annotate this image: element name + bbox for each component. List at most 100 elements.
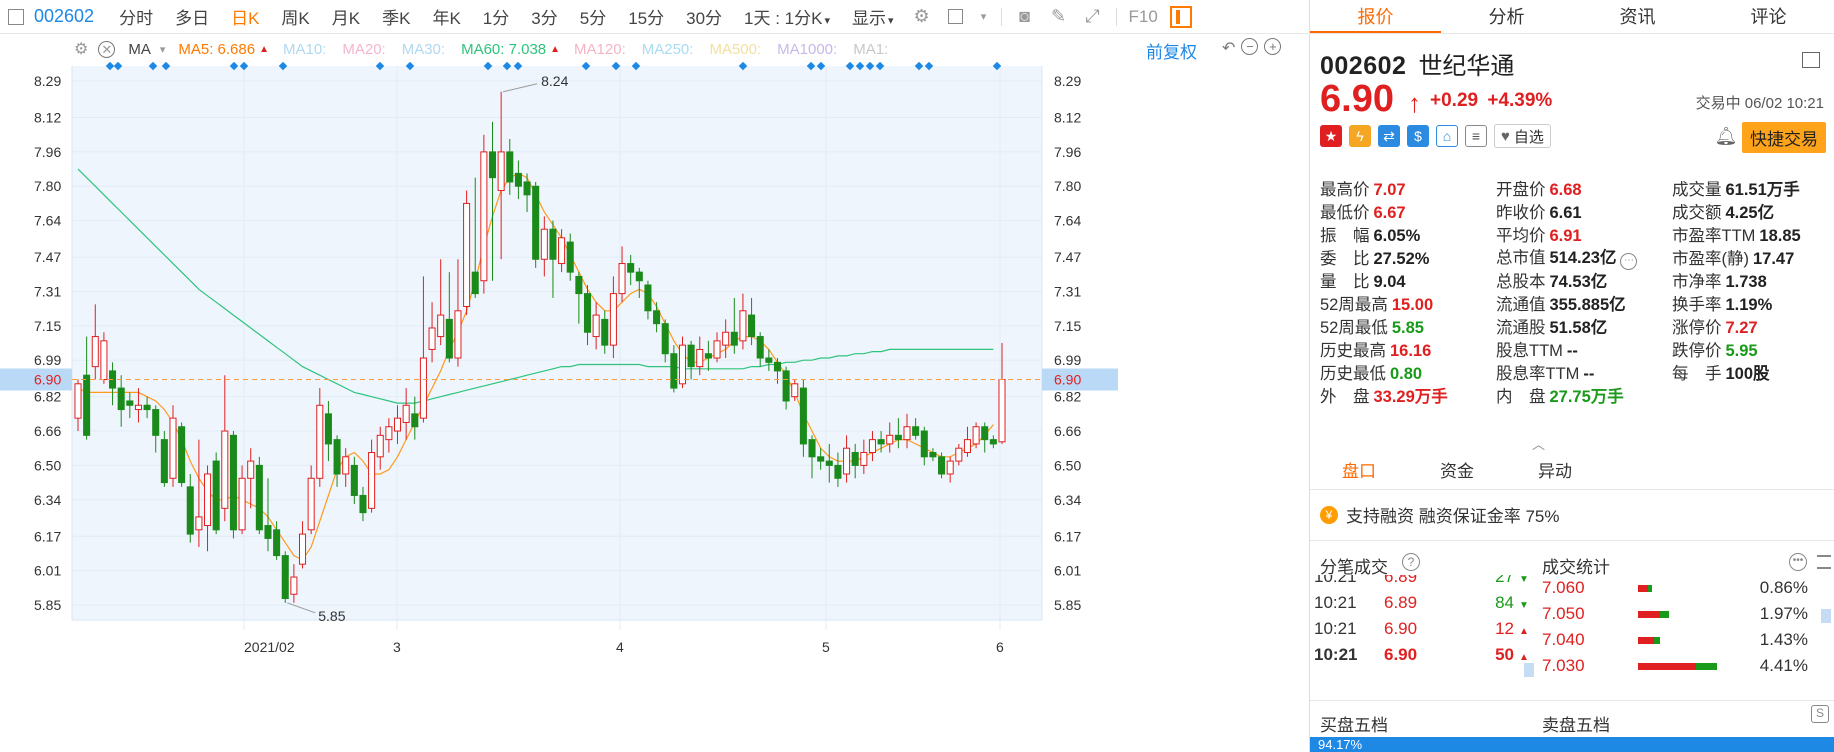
y-tick-right: 7.15 — [1054, 318, 1081, 334]
buy-bar — [1638, 662, 1696, 670]
y-tick-right: 6.99 — [1054, 352, 1081, 368]
kline-interval-dropdown[interactable]: 1天 : 1分K ▾ — [744, 4, 830, 29]
document-icon[interactable]: ≡ — [1465, 125, 1487, 147]
quote-tab-0[interactable]: 报价 — [1310, 0, 1441, 33]
y-tick-left: 8.12 — [34, 110, 61, 126]
ma-value-ma250[interactable]: MA250: — [642, 41, 694, 58]
panel-subtab-2[interactable]: 异动 — [1506, 454, 1604, 489]
x-tick: 2021/02 — [244, 639, 295, 655]
ma-value-ma120[interactable]: MA120: — [574, 41, 626, 58]
zoom-in-icon[interactable]: + — [1264, 38, 1282, 55]
ma-value-ma1[interactable]: MA1: — [853, 41, 888, 58]
candle-body — [722, 331, 730, 346]
candle-body — [238, 477, 246, 531]
pen-icon[interactable]: ✎ — [1048, 6, 1070, 28]
candle-body — [998, 379, 1006, 443]
candle-body — [661, 323, 669, 355]
camera-icon[interactable]: ◙ — [1014, 6, 1036, 28]
ma-value-ma500[interactable]: MA500: — [709, 41, 761, 58]
period-tab-6[interactable]: 年K — [432, 4, 460, 29]
zoom-out-icon[interactable]: − — [1241, 38, 1259, 55]
change-value: +0.29 — [1430, 90, 1479, 111]
period-tab-10[interactable]: 15分 — [628, 4, 664, 29]
period-tab-8[interactable]: 3分 — [531, 4, 557, 29]
stats-cell: 每 手 100股 — [1672, 360, 1830, 384]
more-icon[interactable]: ••• — [1789, 553, 1807, 571]
candle-body — [324, 413, 332, 445]
candle-body — [972, 426, 980, 445]
period-tab-4[interactable]: 月K — [332, 4, 360, 29]
buy-bar — [1638, 636, 1655, 644]
kline-chart[interactable]: 8.29 8.29 8.12 8.12 7.96 7.96 7.80 7.80 7.64 7.64… — [0, 61, 1308, 752]
panel-toggle-icon[interactable] — [1169, 5, 1192, 28]
stats-value: 6.91 — [1549, 226, 1582, 245]
quote-tab-3[interactable]: 评论 — [1703, 0, 1834, 33]
gear-icon[interactable]: ⚙ — [74, 39, 88, 59]
tag-icon[interactable]: ⌂ — [1436, 125, 1458, 147]
period-tab-1[interactable]: 多日 — [175, 4, 209, 29]
quote-tab-2[interactable]: 资讯 — [1572, 0, 1703, 33]
panel-subtab-0[interactable]: 盘口 — [1310, 454, 1408, 489]
tick-price: 6.89 — [1384, 575, 1418, 586]
panel-subtab-1[interactable]: 资金 — [1408, 454, 1506, 489]
collapse-caret-icon[interactable]: ︿ — [1532, 434, 1545, 453]
scroll-indicator[interactable] — [1821, 609, 1831, 623]
volume-stat-bar — [1638, 636, 1728, 644]
chevron-down-icon[interactable]: ▾ — [160, 43, 166, 56]
adjust-mode-button[interactable]: 前复权 — [1146, 38, 1197, 63]
period-tab-3[interactable]: 周K — [281, 4, 309, 29]
stats-key: 成交额 — [1672, 203, 1722, 222]
ma-value-ma10[interactable]: MA10: — [283, 41, 326, 58]
candle-body — [488, 151, 497, 179]
y-tick-left: 7.96 — [34, 144, 61, 160]
period-tab-9[interactable]: 5分 — [580, 4, 606, 29]
period-tab-11[interactable]: 30分 — [686, 4, 722, 29]
shuffle-icon[interactable]: ⇄ — [1378, 125, 1400, 147]
dollar-icon[interactable]: $ — [1407, 125, 1429, 147]
stats-value: 6.61 — [1549, 203, 1582, 222]
ticks-list[interactable]: 10:21 6.89 27 ▼ 10:21 6.89 84 ▼ 10:21 6.90 12 ▲ 10:2… — [1314, 575, 1534, 701]
china-flag-icon[interactable]: ★ — [1320, 125, 1342, 147]
bell-icon[interactable]: 🔔︎ — [1714, 124, 1738, 148]
sidebar-toggle-icon[interactable] — [8, 8, 24, 25]
scroll-indicator[interactable] — [1524, 663, 1534, 677]
stats-value: 7.07 — [1373, 180, 1406, 199]
stats-value: 100股 — [1725, 364, 1770, 383]
fold-icon[interactable]: S — [1811, 705, 1829, 723]
display-dropdown[interactable]: 显示 ▾ — [852, 4, 894, 29]
period-tab-7[interactable]: 1分 — [483, 4, 509, 29]
sell-bar — [1654, 636, 1660, 644]
period-tab-2[interactable]: 日K — [231, 4, 259, 29]
f10-button[interactable]: F10 — [1129, 7, 1158, 27]
fullscreen-icon[interactable]: ⤢ — [1082, 6, 1104, 28]
add-watchlist-button[interactable]: ♥ 自选 — [1494, 124, 1551, 148]
layout-square-icon[interactable] — [945, 6, 967, 28]
ma-value-ma60[interactable]: MA60: 7.038 — [461, 41, 546, 58]
menu-icon[interactable] — [1802, 52, 1820, 68]
candle-body — [678, 344, 687, 385]
ma-value-ma1000[interactable]: MA1000: — [777, 41, 837, 58]
ma-value-ma5[interactable]: MA5: 6.686 — [178, 41, 255, 58]
stats-value: 5.95 — [1725, 341, 1758, 360]
period-tab-5[interactable]: 季K — [382, 4, 410, 29]
undo-icon[interactable]: ↶ — [1222, 38, 1235, 58]
stats-value: 74.53亿 — [1549, 272, 1608, 291]
volume-stat-price: 7.030 — [1542, 656, 1585, 675]
quick-trade-button[interactable]: 快捷交易 — [1742, 122, 1826, 153]
quote-tab-1[interactable]: 分析 — [1441, 0, 1572, 33]
help-icon[interactable]: ? — [1402, 553, 1420, 571]
volume-stats-list[interactable]: 7.060 0.86% 7.050 1.97% 7.040 1.43% 7.030 4.41% — [1542, 575, 1832, 701]
list-icon[interactable] — [1817, 555, 1831, 569]
volume-stat-bar — [1638, 584, 1728, 592]
close-icon[interactable]: ✕ — [98, 40, 116, 58]
ma-value-ma30[interactable]: MA30: — [402, 41, 445, 58]
candle-body — [739, 310, 747, 342]
chevron-down-icon[interactable]: ▾ — [979, 6, 989, 28]
ma-value-ma20[interactable]: MA20: — [342, 41, 385, 58]
gear-icon[interactable]: ⚙ — [911, 6, 933, 28]
lightning-icon[interactable]: ϟ — [1349, 125, 1371, 147]
stats-cell: 内 盘 27.75万手 — [1496, 383, 1672, 407]
stats-value: -- — [1566, 341, 1578, 360]
candle-body — [834, 464, 842, 479]
period-tab-0[interactable]: 分时 — [119, 4, 153, 29]
